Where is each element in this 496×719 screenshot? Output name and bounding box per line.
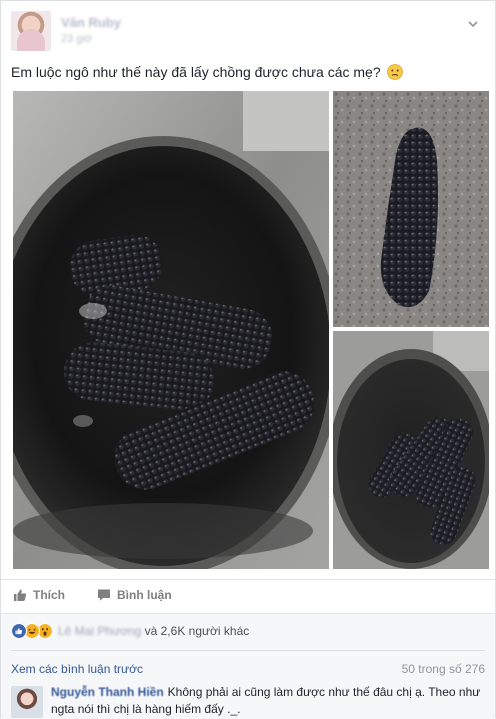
- post-header: Vân Ruby 23 giờ: [11, 11, 481, 51]
- post-text-content: Em luộc ngô như thế này đã lấy chồng đượ…: [11, 64, 381, 80]
- author-avatar[interactable]: [11, 11, 51, 51]
- like-icon: [14, 589, 27, 601]
- commenter-avatar[interactable]: [11, 686, 43, 718]
- post-text: Em luộc ngô như thế này đã lấy chồng đượ…: [11, 64, 403, 80]
- view-previous-comments-link[interactable]: Xem các bình luận trước: [11, 662, 143, 676]
- divider: [11, 650, 485, 651]
- commenter-name[interactable]: Nguyễn Thanh Hiền: [51, 685, 164, 699]
- caret-down-icon[interactable]: [467, 17, 479, 29]
- reaction-others[interactable]: và 2,6K người khác: [145, 624, 250, 638]
- action-bar: Thích Bình luận: [1, 579, 495, 611]
- comment-button[interactable]: Bình luận: [97, 588, 172, 602]
- author-name[interactable]: Vân Ruby: [61, 15, 121, 30]
- post-card: Vân Ruby 23 giờ Em luộc ngô như thế này …: [0, 0, 496, 719]
- like-label: Thích: [33, 588, 65, 602]
- like-reaction-icon: [11, 623, 27, 639]
- reactions-summary[interactable]: Lê Mai Phương và 2,6K người khác: [11, 622, 249, 640]
- post-timestamp[interactable]: 23 giờ: [61, 33, 92, 45]
- photo-single-corn[interactable]: [333, 91, 489, 327]
- comment-label: Bình luận: [117, 588, 172, 602]
- social-section: Lê Mai Phương và 2,6K người khác Xem các…: [1, 613, 495, 719]
- photo-pot-with-corn[interactable]: [13, 91, 329, 569]
- comment-body: Nguyễn Thanh Hiền Không phải ai cũng làm …: [51, 684, 481, 718]
- comment-count: 50 trong số 276: [401, 662, 485, 676]
- confused-emoji-icon: [386, 64, 403, 80]
- reaction-names[interactable]: Lê Mai Phương: [58, 624, 141, 638]
- photo-pot-closeup[interactable]: [333, 331, 489, 569]
- photo-grid: [13, 91, 489, 569]
- reactions-text: Lê Mai Phương và 2,6K người khác: [58, 624, 249, 638]
- comment-icon: [98, 589, 110, 601]
- like-button[interactable]: Thích: [13, 588, 65, 602]
